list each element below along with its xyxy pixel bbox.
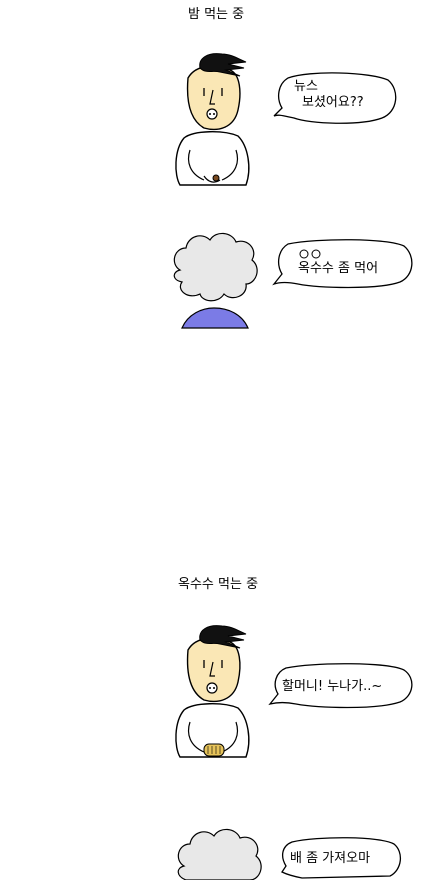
bubble-line-1: 뉴스	[294, 79, 318, 94]
speech-bubble-4-text: 배 좀 가져오마	[290, 851, 371, 866]
panel-1-caption: 밤 먹는 중	[188, 7, 245, 22]
grandma-face-icon	[177, 828, 262, 880]
boy-face-icon	[175, 625, 250, 758]
comic-strip: 밤 먹는 중 뉴스 보셨어요?? 옥수수 좀 먹어 옥수수 먹는 중 할머니! …	[0, 0, 440, 880]
speech-bubble-1-text: 뉴스 보셨어요??	[294, 79, 364, 111]
boy-face-icon	[175, 53, 250, 186]
bubble-line-2: 보셨어요??	[302, 95, 364, 110]
panel-2-caption: 옥수수 먹는 중	[178, 577, 259, 592]
speech-bubble-3-text: 할머니! 누나가..~	[282, 679, 383, 694]
grandma-face-icon	[173, 232, 258, 329]
speech-bubble-2-text: 옥수수 좀 먹어	[298, 261, 379, 276]
